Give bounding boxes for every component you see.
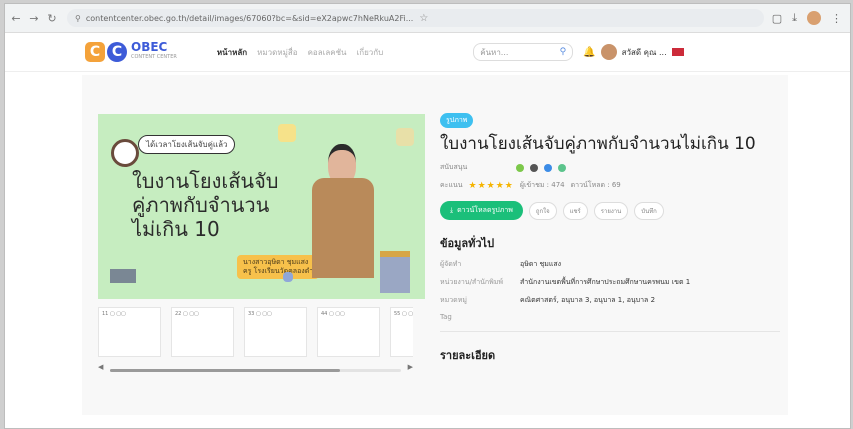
nav-home[interactable]: หน้าหลัก bbox=[217, 46, 247, 59]
paper-deco-icon bbox=[396, 128, 414, 146]
avatar[interactable] bbox=[600, 44, 617, 60]
share-button[interactable]: แชร์ bbox=[562, 201, 588, 220]
scroll-right-icon[interactable]: ▶ bbox=[408, 363, 413, 371]
cover-image[interactable]: ได้เวลาโยงเส้นจับคู่แล้ว ใบงานโยงเส้นจับ… bbox=[98, 114, 425, 299]
field-key: ผู้จัดทำ bbox=[440, 260, 462, 268]
cover-bubble: ได้เวลาโยงเส้นจับคู่แล้ว bbox=[138, 135, 236, 154]
main-nav: หน้าหลัก หมวดหมู่สื่อ คอลเลคชัน เกี่ยวกั… bbox=[217, 46, 383, 59]
search-placeholder: ค้นหา... bbox=[480, 47, 509, 57]
field-value[interactable]: สำนักงานเขตพื้นที่การศึกษาประถมศึกษานครพ… bbox=[520, 277, 690, 288]
support-row: สนับสนุน bbox=[440, 162, 780, 173]
report-button[interactable]: รายงาน bbox=[593, 201, 629, 220]
save-button[interactable]: บันทึก bbox=[634, 201, 664, 220]
star-deco-icon bbox=[278, 124, 296, 142]
extensions-icon[interactable]: ▢ bbox=[772, 12, 782, 25]
rating-label: คะแนน bbox=[440, 181, 463, 189]
download-icon: ⤓ bbox=[450, 206, 454, 214]
url-text: contentcenter.obec.go.th/detail/images/6… bbox=[85, 13, 414, 23]
action-row: ⤓ ดาวน์โหลดรูปภาพ ถูกใจ แชร์ รายงาน บันท… bbox=[440, 201, 780, 220]
cover-title-line1: ใบงานโยงเส้นจับ bbox=[132, 169, 279, 193]
support-label: สนับสนุน bbox=[440, 163, 468, 171]
field-key: Tag bbox=[440, 313, 452, 321]
download-button[interactable]: ⤓ ดาวน์โหลดรูปภาพ bbox=[440, 201, 523, 220]
like-button[interactable]: ถูกใจ bbox=[528, 201, 557, 220]
apple-icon[interactable] bbox=[530, 163, 538, 172]
star-icon[interactable]: ☆ bbox=[419, 13, 428, 24]
cover-author-pill: นางสาวอุษิดา ชุมแสง ครู โรงเรียนวัดคลองด… bbox=[237, 255, 320, 279]
downloads-count: ดาวน์โหลด : 69 bbox=[570, 181, 621, 189]
logo-subtext: CONTENT CENTER bbox=[131, 54, 177, 60]
section-general-title: ข้อมูลทั่วไป bbox=[440, 237, 495, 250]
field-key: หน่วยงาน/สำนักพิมพ์ bbox=[440, 278, 503, 286]
logo-letter-1: C bbox=[85, 42, 105, 62]
field-row: หน่วยงาน/สำนักพิมพ์ สำนักงานเขตพื้นที่กา… bbox=[440, 277, 780, 288]
browser-toolbar: ← → ↻ ⚲ contentcenter.obec.go.th/detail/… bbox=[5, 4, 850, 33]
field-row: Tag bbox=[440, 313, 780, 321]
views-count: ผู้เข้าชม : 474 bbox=[519, 181, 565, 189]
user-menu[interactable]: 🔔 สวัสดี คุณ ... bbox=[583, 44, 684, 60]
thumbnail[interactable]: 11 ▢ ▢▢ bbox=[98, 307, 161, 357]
type-tag: รูปภาพ bbox=[440, 113, 474, 128]
teacher-body bbox=[312, 178, 374, 278]
language-flag-icon[interactable] bbox=[671, 48, 684, 56]
laptop-icon bbox=[110, 269, 136, 283]
forward-icon[interactable]: → bbox=[27, 12, 41, 25]
detail-card: ได้เวลาโยงเส้นจับคู่แล้ว ใบงานโยงเส้นจับ… bbox=[82, 75, 788, 415]
cover-title-line2: คู่ภาพกับจำนวน bbox=[132, 193, 270, 217]
page-title: ใบงานโยงเส้นจับคู่ภาพกับจำนวนไม่เกิน 10 bbox=[440, 134, 756, 154]
site-info-icon[interactable]: ⚲ bbox=[75, 14, 81, 23]
more-icon[interactable]: ⋮ bbox=[831, 12, 842, 25]
reload-icon[interactable]: ↻ bbox=[45, 12, 59, 25]
thumbnail-strip: 11 ▢ ▢▢ 22 ▢ ▢▢ 33 ▢ ▢▢ 44 ▢ ▢▢ 55 ▢ ▢▢ bbox=[98, 307, 413, 357]
thumbnail[interactable]: 22 ▢ ▢▢ bbox=[171, 307, 234, 357]
download-icon[interactable]: ⤓ bbox=[792, 11, 797, 25]
logo-letter-2: C bbox=[107, 42, 127, 62]
teacher-photo bbox=[308, 144, 378, 279]
logo-text: OBEC bbox=[131, 40, 168, 54]
thumbnail[interactable]: 33 ▢ ▢▢ bbox=[244, 307, 307, 357]
search-icon[interactable]: ⚲ bbox=[560, 47, 567, 57]
info-panel: รูปภาพ ใบงานโยงเส้นจับคู่ภาพกับจำนวนไม่เ… bbox=[440, 107, 780, 364]
browser-window: ← → ↻ ⚲ contentcenter.obec.go.th/detail/… bbox=[4, 3, 851, 429]
divider bbox=[440, 331, 780, 332]
profile-icon[interactable] bbox=[807, 11, 821, 25]
back-icon[interactable]: ← bbox=[9, 12, 23, 25]
windows-icon[interactable] bbox=[544, 163, 552, 172]
address-bar[interactable]: ⚲ contentcenter.obec.go.th/detail/images… bbox=[67, 9, 764, 27]
site-header: C C OBEC CONTENT CENTER หน้าหลัก หมวดหมู… bbox=[5, 33, 850, 72]
nav-collections[interactable]: คอลเลคชัน bbox=[308, 46, 347, 59]
field-value[interactable]: อุษิดา ชุมแสง bbox=[520, 259, 561, 270]
scroll-thumb[interactable] bbox=[110, 369, 340, 372]
field-key: หมวดหมู่ bbox=[440, 296, 467, 304]
stats-row: คะแนน ★★★★★ ผู้เข้าชม : 474 ดาวน์โหลด : … bbox=[440, 180, 780, 191]
thumbnail-scrollbar[interactable]: ◀ ▶ bbox=[98, 363, 413, 375]
clock-icon bbox=[111, 139, 139, 167]
android-icon[interactable] bbox=[516, 163, 524, 172]
cover-title-line3: ไม่เกิน 10 bbox=[132, 217, 220, 241]
pin-deco-icon bbox=[283, 272, 293, 282]
section-detail-title: รายละเอียด bbox=[440, 349, 496, 362]
web-icon[interactable] bbox=[558, 163, 566, 172]
field-row: ผู้จัดทำ อุษิดา ชุมแสง bbox=[440, 259, 780, 270]
thumbnail[interactable]: 44 ▢ ▢▢ bbox=[317, 307, 380, 357]
bell-icon[interactable]: 🔔 bbox=[583, 47, 595, 58]
rating-stars[interactable]: ★★★★★ bbox=[469, 181, 514, 191]
site-logo[interactable]: C C OBEC CONTENT CENTER bbox=[85, 40, 177, 62]
nav-categories[interactable]: หมวดหมู่สื่อ bbox=[257, 46, 297, 59]
user-name[interactable]: สวัสดี คุณ ... bbox=[622, 46, 667, 59]
download-button-label: ดาวน์โหลดรูปภาพ bbox=[457, 206, 513, 214]
search-input[interactable]: ค้นหา... ⚲ bbox=[473, 43, 574, 61]
nav-about[interactable]: เกี่ยวกับ bbox=[357, 46, 384, 59]
books-icon bbox=[380, 251, 410, 293]
scroll-left-icon[interactable]: ◀ bbox=[98, 363, 103, 371]
field-value[interactable]: คณิตศาสตร์, อนุบาล 3, อนุบาล 1, อนุบาล 2 bbox=[520, 295, 655, 306]
thumbnail[interactable]: 55 ▢ ▢▢ bbox=[390, 307, 413, 357]
field-row: หมวดหมู่ คณิตศาสตร์, อนุบาล 3, อนุบาล 1,… bbox=[440, 295, 780, 306]
